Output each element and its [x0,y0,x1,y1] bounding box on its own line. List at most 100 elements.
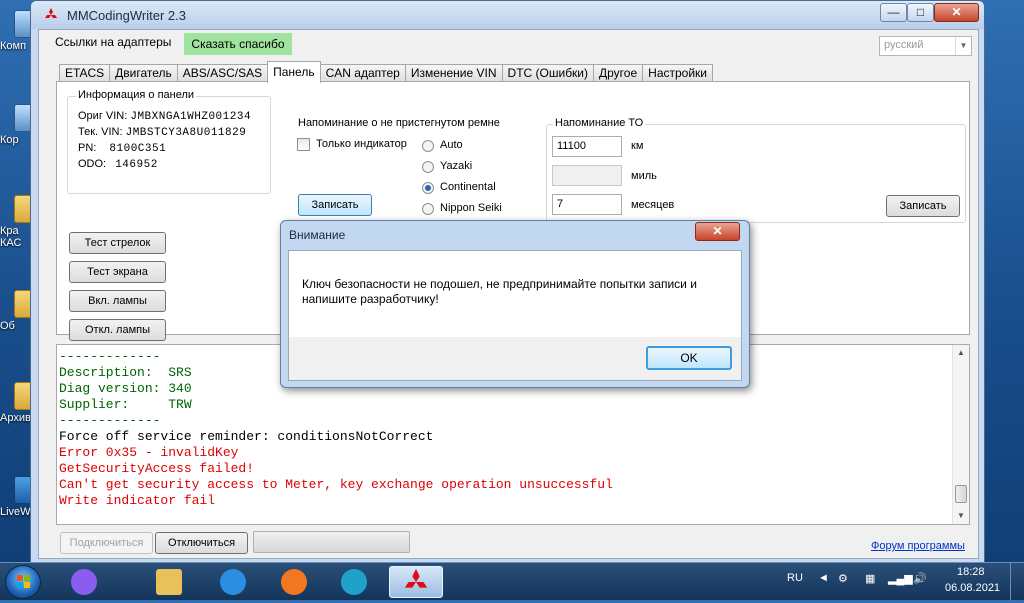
km-unit: км [631,140,644,152]
language-select[interactable]: русский ▼ [879,36,972,56]
taskbar-mmcodingwriter[interactable] [389,566,443,598]
clock-time[interactable]: 18:28 [957,566,985,578]
desktop-icon-label: Кор [0,134,19,146]
taskbar: RU ◄ ⚙ ▦ ▂▄▆ 🔊 18:28 06.08.2021 [0,562,1024,601]
warning-dialog: Внимание ✕ Ключ безопасности не подошел,… [280,220,750,388]
dialog-close-button[interactable]: ✕ [695,222,740,241]
radio-yazaki-label: Yazaki [440,160,473,172]
log-line: Can't get security access to Meter, key … [59,477,613,492]
taskbar-firefox[interactable] [267,566,321,598]
radio-yazaki[interactable] [422,161,434,173]
desktop-icon-label: Кра КАС [0,225,22,249]
tray-tools-icon[interactable]: ⚙ [838,572,848,585]
dialog-title: Внимание [289,228,346,242]
minimize-button[interactable]: — [880,3,907,22]
tab-other[interactable]: Другое [593,64,644,82]
taskbar-explorer[interactable] [142,566,196,598]
mmcodingwriter-icon [404,569,428,588]
internet-explorer-icon [220,569,246,595]
cur-vin-row: Тек. VIN: JMBSTCY3A8U011829 [78,126,246,139]
firefox-icon [281,569,307,595]
service-write-button[interactable]: Записать [886,195,960,217]
odo-label: ODO: [78,158,107,170]
cur-vin-label: Тек. VIN: [78,126,123,138]
close-button[interactable]: ✕ [934,3,979,22]
start-button[interactable] [5,565,41,599]
edge-icon [341,569,367,595]
radio-auto-label: Auto [440,139,463,151]
log-line: Force off service reminder: conditionsNo… [59,429,434,444]
title-bar[interactable]: MMCodingWriter 2.3 — □ ✕ [31,1,984,29]
log-scrollbar[interactable]: ▲ ▼ [952,345,969,524]
months-input[interactable]: 7 [552,194,622,215]
log-line: Error 0x35 - invalidKey [59,445,239,460]
pn-row: PN: 8100C351 [78,142,166,155]
radio-continental-label: Continental [440,181,496,193]
orig-vin-value: JMBXNGA1WHZ001234 [130,111,252,123]
seatbelt-write-button[interactable]: Записать [298,194,372,216]
lamps-off-button[interactable]: Откл. лампы [69,319,166,341]
windows-logo-icon [17,575,30,588]
taskbar-ie[interactable] [206,566,260,598]
desktop-icon-label: Архив [0,412,31,424]
radio-continental[interactable] [422,182,434,194]
radio-auto[interactable] [422,140,434,152]
log-line: Supplier: TRW [59,397,192,412]
adapter-links-menu[interactable]: Ссылки на адаптеры [55,35,171,49]
desktop-icon-label: Об [0,320,15,332]
language-select-value: русский [884,39,924,51]
connect-button[interactable]: Подключиться [60,532,153,554]
miles-input[interactable] [552,165,622,186]
tab-settings[interactable]: Настройки [642,64,713,82]
window-title: MMCodingWriter 2.3 [67,8,186,23]
radio-nippon-seiki[interactable] [422,203,434,215]
tab-panel[interactable]: Панель [267,61,321,83]
indicator-only-label: Только индикатор [316,138,407,150]
lamps-on-button[interactable]: Вкл. лампы [69,290,166,312]
dialog-body: Ключ безопасности не подошел, не предпри… [288,250,742,381]
log-line: ------------- [59,413,161,428]
service-title: Напоминание ТО [553,117,646,129]
pn-label: PN: [78,142,97,154]
log-line: Description: SRS [59,365,192,380]
miles-unit: миль [631,170,657,182]
panel-info-title: Информация о панели [76,89,197,101]
log-line: Write indicator fail [59,493,216,508]
tab-can-adapter[interactable]: CAN адаптер [319,64,406,82]
odo-value: 146952 [115,159,158,171]
tab-engine[interactable]: Двигатель [109,64,178,82]
signal-icon[interactable]: ▂▄▆ [888,572,913,585]
pn-value: 8100C351 [109,143,167,155]
tray-arrow-icon[interactable]: ◄ [818,572,829,584]
scroll-down-icon[interactable]: ▼ [953,508,969,524]
show-desktop-button[interactable] [1010,563,1024,601]
forum-link[interactable]: Форум программы [871,540,965,552]
radio-nippon-seiki-label: Nippon Seiki [440,202,502,214]
log-line: Diag version: 340 [59,381,192,396]
orig-vin-row: Ориг VIN: JMBXNGA1WHZ001234 [78,110,251,123]
disconnect-button[interactable]: Отключиться [155,532,248,554]
scroll-up-icon[interactable]: ▲ [953,345,969,361]
km-input[interactable]: 11100 [552,136,622,157]
tab-dtc[interactable]: DTC (Ошибки) [501,64,595,82]
clock-date[interactable]: 06.08.2021 [945,582,1000,594]
test-screen-button[interactable]: Тест экрана [69,261,166,283]
tab-abs[interactable]: ABS/ASC/SAS [176,64,269,82]
mitsubishi-logo-icon [45,8,57,18]
taskbar-edge[interactable] [327,566,381,598]
dialog-message-area: Ключ безопасности не подошел, не предпри… [289,251,741,337]
volume-icon[interactable]: 🔊 [913,572,927,585]
tab-etacs[interactable]: ETACS [59,64,111,82]
network-icon[interactable]: ▦ [865,572,875,585]
chevron-down-icon: ▼ [955,37,971,55]
indicator-only-checkbox[interactable] [297,138,310,151]
keyboard-language[interactable]: RU [787,572,803,584]
say-thanks-button[interactable]: Сказать спасибо [184,33,292,55]
ok-button[interactable]: OK [646,346,732,370]
maximize-button[interactable]: □ [907,3,934,22]
tab-change-vin[interactable]: Изменение VIN [404,64,503,82]
taskbar-alice[interactable] [57,566,111,598]
scroll-thumb[interactable] [955,485,967,503]
log-line: GetSecurityAccess failed! [59,461,255,476]
test-needles-button[interactable]: Тест стрелок [69,232,166,254]
